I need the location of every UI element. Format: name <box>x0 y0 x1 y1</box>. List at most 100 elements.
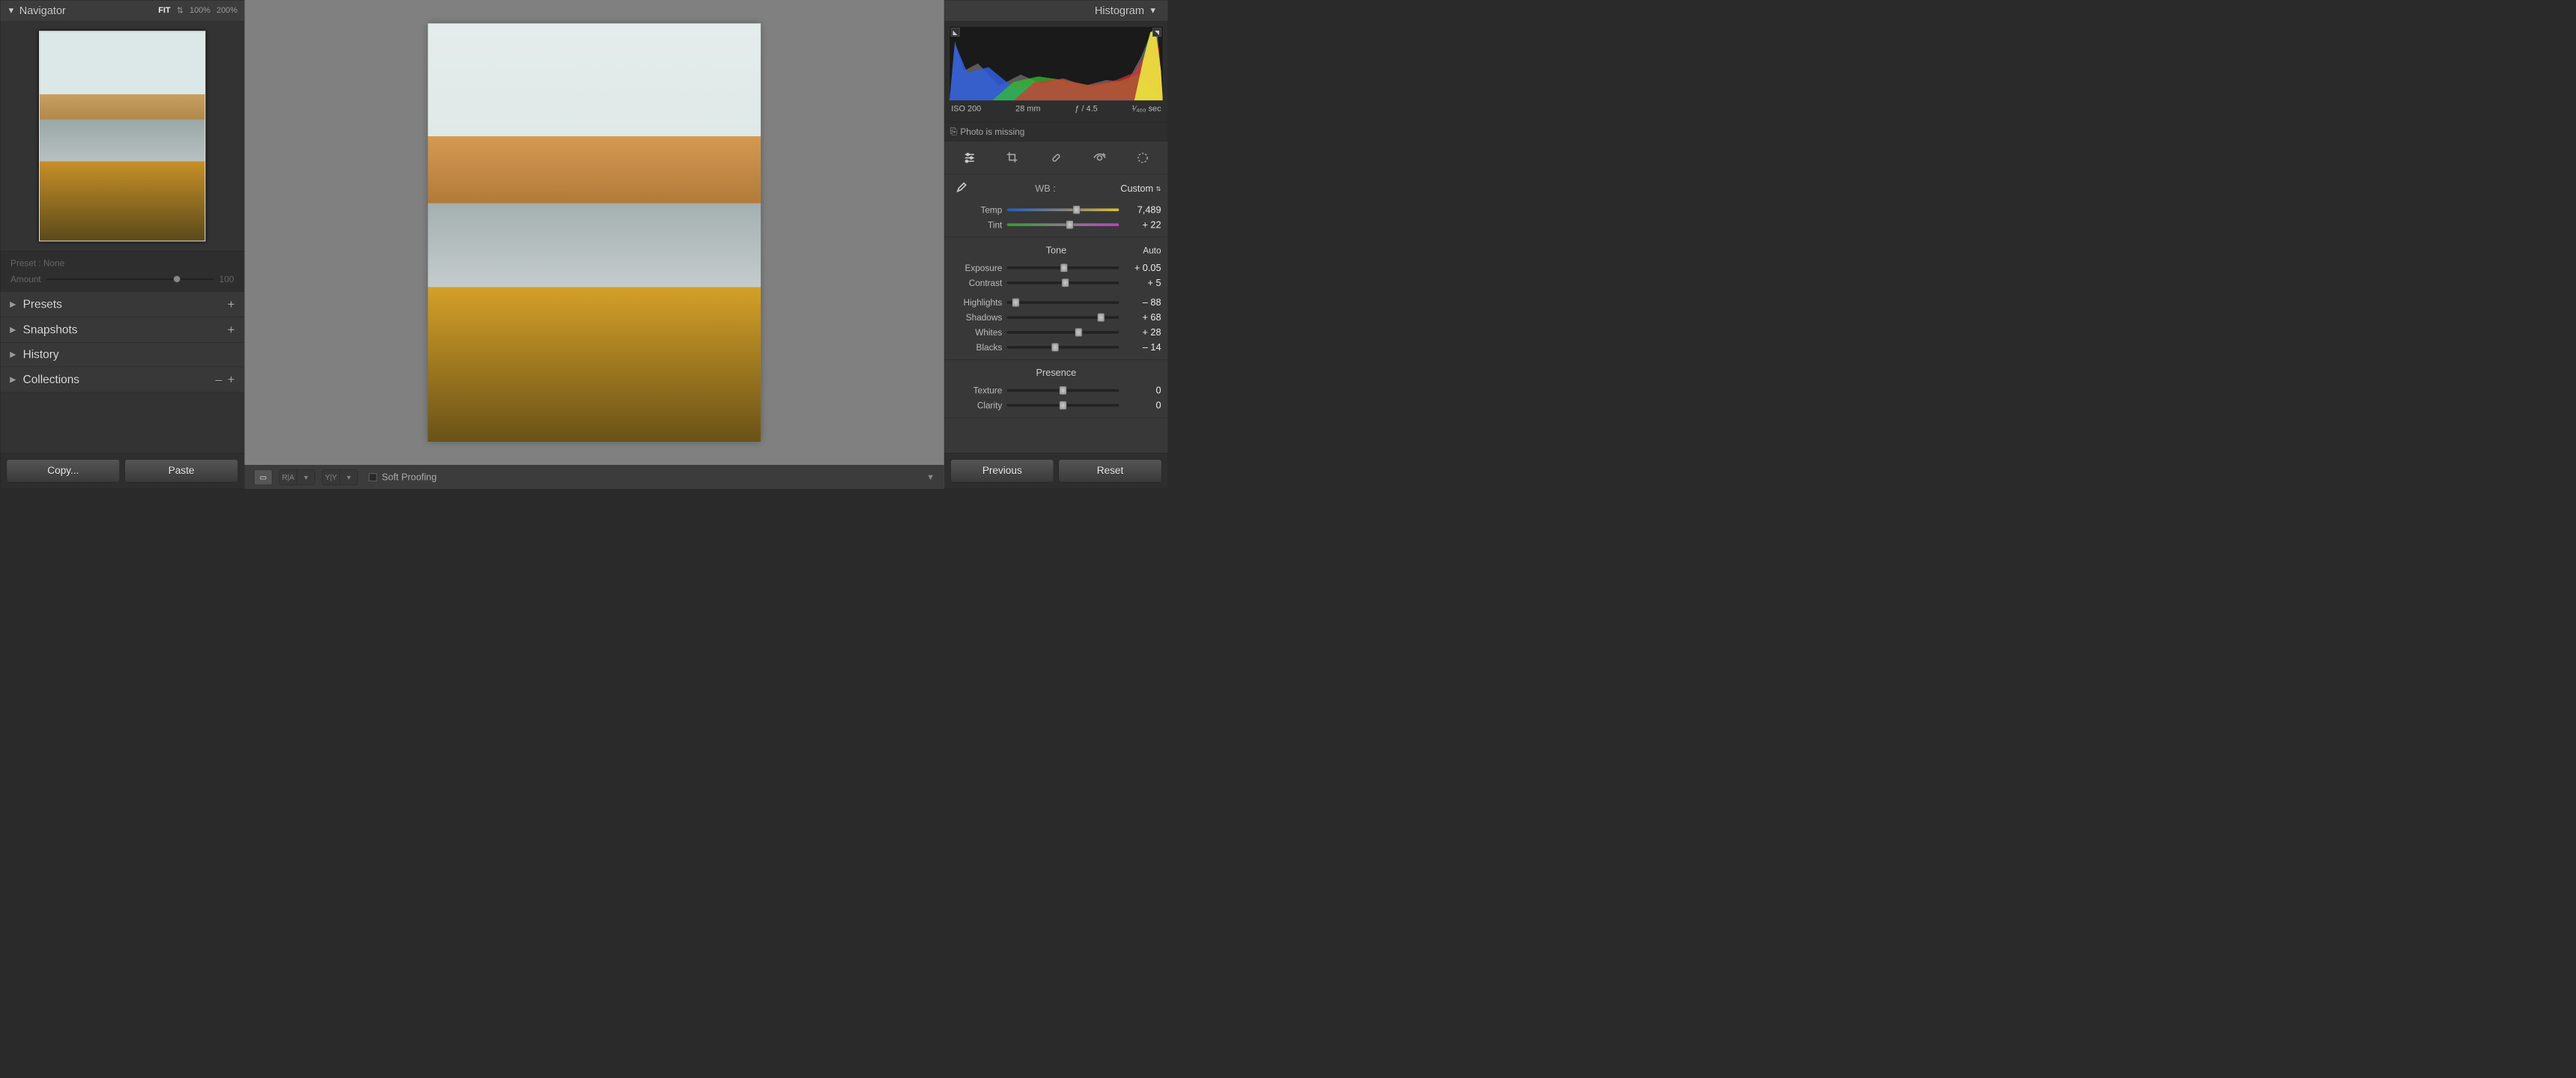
collections-section[interactable]: ▶ Collections –+ <box>0 367 244 392</box>
snapshots-add-icon[interactable]: + <box>228 323 235 337</box>
expand-triangle-icon[interactable]: ▶ <box>10 350 16 359</box>
amount-slider[interactable] <box>46 278 214 280</box>
preview-thumbnail[interactable] <box>39 31 205 241</box>
blacks-slider[interactable] <box>1007 346 1120 349</box>
tint-value: + 22 <box>1124 219 1161 231</box>
wb-label: WB : <box>976 183 1115 195</box>
clarity-slider[interactable] <box>1007 404 1120 407</box>
shadows-knob[interactable] <box>1097 313 1105 322</box>
collapse-triangle-icon[interactable]: ▼ <box>1149 6 1157 16</box>
navigator-header[interactable]: ▼ Navigator FIT ⇅ 100% 200% <box>0 0 244 21</box>
exposure-value: + 0.05 <box>1124 263 1161 274</box>
zoom-200[interactable]: 200% <box>216 6 237 16</box>
auto-tone-button[interactable]: Auto <box>1143 245 1161 255</box>
histogram-title: Histogram <box>1095 4 1144 17</box>
presets-add-icon[interactable]: + <box>228 297 235 311</box>
highlight-clip-icon[interactable]: ◥ <box>1152 28 1161 37</box>
soft-proofing-checkbox[interactable] <box>369 473 377 481</box>
edit-sliders-icon[interactable] <box>960 148 979 167</box>
main-photo[interactable] <box>428 23 760 442</box>
contrast-value: + 5 <box>1124 278 1161 289</box>
highlights-slider[interactable] <box>1007 301 1120 304</box>
crop-icon[interactable] <box>1003 148 1022 167</box>
center-toolbar: ▭ R|A ▾ Y|Y ▾ Soft Proofing ▼ <box>245 465 944 489</box>
center-area: ▭ R|A ▾ Y|Y ▾ Soft Proofing ▼ <box>245 0 944 489</box>
masking-icon[interactable] <box>1133 148 1152 167</box>
zoom-fit[interactable]: FIT <box>158 6 170 16</box>
zoom-levels: FIT ⇅ 100% 200% <box>158 6 237 16</box>
wb-dropdown[interactable]: Custom⇅ <box>1120 183 1161 195</box>
texture-slider[interactable] <box>1007 389 1120 392</box>
expand-triangle-icon[interactable]: ▶ <box>10 374 16 384</box>
contrast-label: Contrast <box>951 278 1002 288</box>
preset-label: Preset : None <box>10 258 234 269</box>
exposure-knob[interactable] <box>1060 264 1068 272</box>
collections-add-icon[interactable]: + <box>228 372 235 386</box>
whites-label: Whites <box>951 327 1002 338</box>
before-after-yy-icon[interactable]: Y|Y <box>322 469 340 484</box>
texture-knob[interactable] <box>1059 386 1066 395</box>
highlights-knob[interactable] <box>1012 298 1020 307</box>
soft-proofing-label: Soft Proofing <box>382 472 437 483</box>
loupe-view-icon[interactable]: ▭ <box>255 469 273 484</box>
previous-button[interactable]: Previous <box>950 460 1054 483</box>
compare-ra-icon[interactable]: R|A <box>279 469 297 484</box>
dropdown-icon[interactable]: ⇅ <box>1156 185 1161 192</box>
shutter-value: ¹⁄₄₀₀ sec <box>1132 104 1161 114</box>
iso-value: ISO 200 <box>951 104 981 114</box>
tint-knob[interactable] <box>1066 220 1073 229</box>
temp-knob[interactable] <box>1072 205 1080 214</box>
eyedropper-icon[interactable] <box>951 179 970 198</box>
presets-label: Presets <box>23 297 62 311</box>
toolbar-options-icon[interactable]: ▼ <box>926 472 935 482</box>
shadows-label: Shadows <box>951 312 1002 323</box>
navigator-title: Navigator <box>19 4 66 17</box>
temp-label: Temp <box>951 204 1002 215</box>
zoom-100[interactable]: 100% <box>189 6 210 16</box>
missing-text: Photo is missing <box>960 127 1024 137</box>
shadows-value: + 68 <box>1124 312 1161 323</box>
collapse-triangle-icon[interactable]: ▼ <box>7 6 16 16</box>
histogram-graph[interactable]: ◣ ◥ <box>950 26 1164 101</box>
contrast-slider[interactable] <box>1007 281 1120 284</box>
amount-knob[interactable] <box>174 275 180 282</box>
highlights-value: – 88 <box>1124 297 1161 308</box>
copy-button[interactable]: Copy... <box>7 460 120 483</box>
highlights-label: Highlights <box>951 297 1002 308</box>
texture-value: 0 <box>1124 385 1161 396</box>
presets-section[interactable]: ▶ Presets + <box>0 292 244 317</box>
develop-tool-strip <box>944 141 1167 174</box>
histogram-header[interactable]: Histogram ▼ <box>944 0 1167 21</box>
temp-slider[interactable] <box>1007 208 1120 211</box>
clarity-knob[interactable] <box>1059 401 1066 410</box>
expand-triangle-icon[interactable]: ▶ <box>10 299 16 309</box>
shadow-clip-icon[interactable]: ◣ <box>951 28 960 37</box>
paste-button[interactable]: Paste <box>124 460 237 483</box>
redeye-icon[interactable] <box>1090 148 1109 167</box>
whites-slider[interactable] <box>1007 331 1120 334</box>
shadows-slider[interactable] <box>1007 316 1120 319</box>
compare-dropdown-icon[interactable]: ▾ <box>297 469 315 484</box>
blacks-knob[interactable] <box>1051 343 1059 352</box>
exposure-slider[interactable] <box>1007 267 1120 270</box>
whites-knob[interactable] <box>1075 328 1082 337</box>
tone-title: Tone <box>1046 245 1067 256</box>
contrast-knob[interactable] <box>1061 278 1069 287</box>
clarity-label: Clarity <box>951 400 1002 410</box>
collections-label: Collections <box>23 373 79 386</box>
reset-button[interactable]: Reset <box>1059 460 1162 483</box>
navigator-preview[interactable] <box>0 22 244 252</box>
left-panel: ▼ Navigator FIT ⇅ 100% 200% Preset : Non… <box>0 0 245 489</box>
amount-value: 100 <box>219 274 234 284</box>
before-after-dropdown-icon[interactable]: ▾ <box>340 469 358 484</box>
canvas[interactable] <box>245 0 944 465</box>
tint-slider[interactable] <box>1007 223 1120 226</box>
history-section[interactable]: ▶ History <box>0 343 244 368</box>
collections-remove-icon[interactable]: – <box>215 372 222 386</box>
expand-triangle-icon[interactable]: ▶ <box>10 325 16 335</box>
left-spacer <box>0 392 244 453</box>
warning-icon: ⎘ <box>950 127 956 138</box>
healing-icon[interactable] <box>1047 148 1066 167</box>
snapshots-section[interactable]: ▶ Snapshots + <box>0 317 244 343</box>
zoom-updown-icon[interactable]: ⇅ <box>177 6 183 16</box>
